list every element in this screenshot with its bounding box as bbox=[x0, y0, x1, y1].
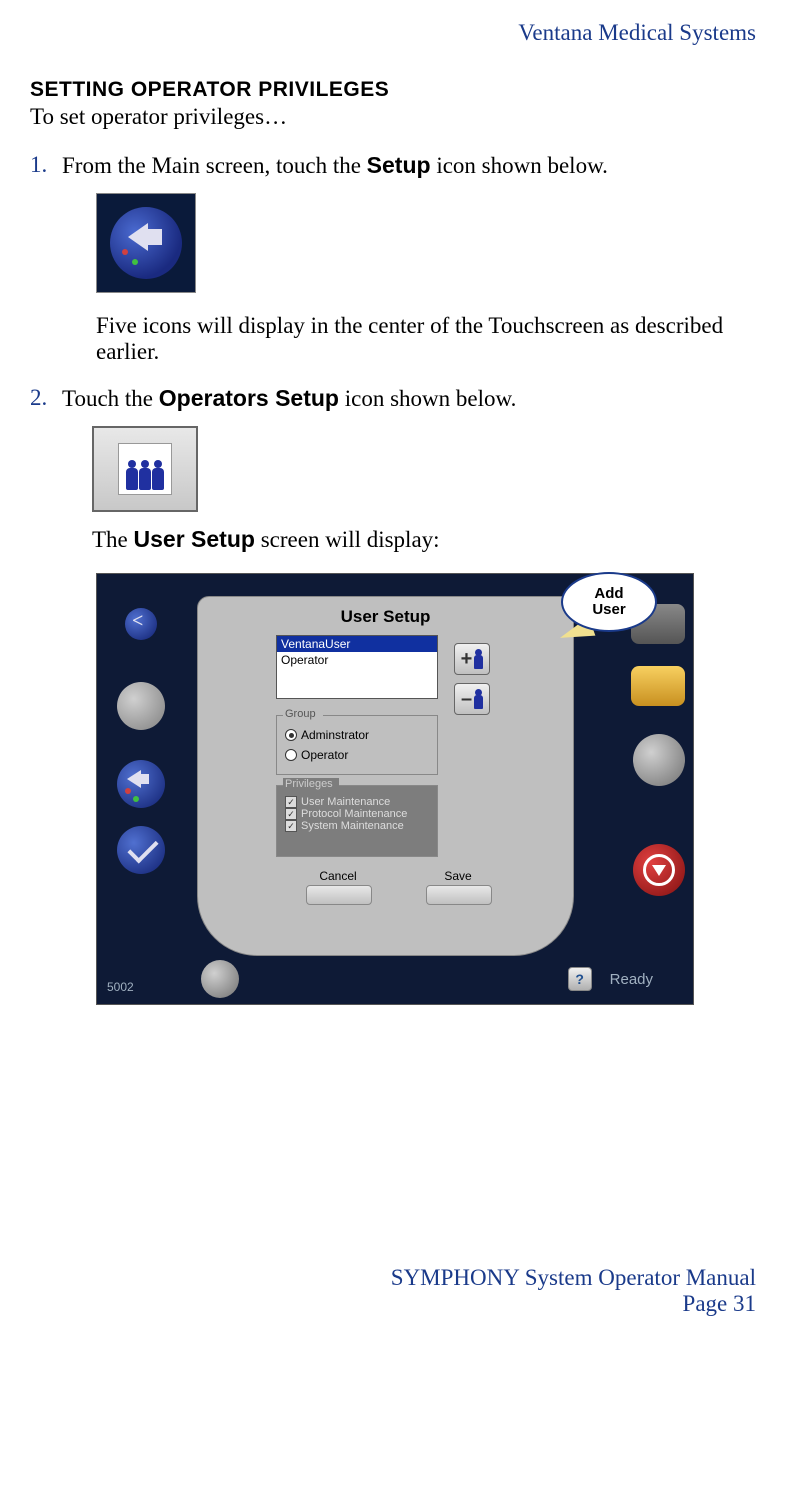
header-company: Ventana Medical Systems bbox=[30, 20, 756, 46]
bottom-bar: ? Ready bbox=[197, 962, 653, 996]
operators-setup-icon bbox=[92, 426, 198, 512]
nav-icon-small[interactable]: < bbox=[125, 608, 157, 640]
step-1-followup: Five icons will display in the center of… bbox=[96, 313, 756, 365]
add-user-callout: AddUser bbox=[561, 572, 657, 632]
privileges-label: Privileges bbox=[283, 778, 339, 790]
step-2-number: 2. bbox=[30, 385, 62, 412]
privileges-fieldset: Privileges ✓User Maintenance ✓Protocol M… bbox=[276, 785, 438, 857]
radio-administrator[interactable]: Adminstrator bbox=[285, 728, 437, 742]
user-list-item[interactable]: Operator bbox=[277, 652, 437, 668]
add-user-button[interactable]: + bbox=[454, 643, 490, 675]
status-ready: Ready bbox=[610, 971, 653, 988]
footer-page: Page 31 bbox=[30, 1291, 756, 1317]
section-title: SETTING OPERATOR PRIVILEGES bbox=[30, 78, 756, 102]
section-intro: To set operator privileges… bbox=[30, 104, 756, 130]
step-1-number: 1. bbox=[30, 152, 62, 179]
footer-manual: SYMPHONY System Operator Manual bbox=[391, 1265, 756, 1290]
nav-icon-setup[interactable] bbox=[117, 760, 165, 808]
save-label: Save bbox=[426, 869, 490, 883]
step-2: 2. Touch the Operators Setup icon shown … bbox=[30, 385, 756, 412]
footer: SYMPHONY System Operator Manual Page 31 bbox=[30, 1265, 756, 1317]
person-icon bbox=[474, 649, 483, 669]
setup-icon-figure bbox=[96, 193, 756, 293]
cancel-label: Cancel bbox=[306, 869, 370, 883]
user-list[interactable]: VentanaUser Operator bbox=[276, 635, 438, 699]
step-2-lead: The User Setup screen will display: bbox=[92, 526, 756, 553]
checkbox-user-maintenance[interactable]: ✓User Maintenance bbox=[285, 796, 437, 808]
checkbox-icon: ✓ bbox=[285, 796, 297, 808]
step-1-text: From the Main screen, touch the Setup ic… bbox=[62, 152, 756, 179]
group-label: Group bbox=[283, 708, 323, 720]
user-list-item-selected[interactable]: VentanaUser bbox=[277, 636, 437, 652]
setup-icon bbox=[96, 193, 196, 293]
radio-icon bbox=[285, 749, 297, 761]
step-2-text: Touch the Operators Setup icon shown bel… bbox=[62, 385, 756, 412]
radio-icon bbox=[285, 729, 297, 741]
save-button[interactable] bbox=[426, 885, 492, 905]
nav-icon-confirm[interactable] bbox=[117, 826, 165, 874]
stop-button[interactable] bbox=[633, 844, 685, 896]
checkbox-icon: ✓ bbox=[285, 820, 297, 832]
nav-icon-grey[interactable] bbox=[117, 682, 165, 730]
panel-title: User Setup bbox=[198, 607, 573, 627]
right-circle-grey[interactable] bbox=[633, 734, 685, 786]
search-icon[interactable] bbox=[201, 960, 239, 998]
checkbox-protocol-maintenance[interactable]: ✓Protocol Maintenance bbox=[285, 808, 437, 820]
person-icon bbox=[474, 689, 483, 709]
help-button[interactable]: ? bbox=[568, 967, 592, 991]
step-1: 1. From the Main screen, touch the Setup… bbox=[30, 152, 756, 179]
remove-user-button[interactable]: – bbox=[454, 683, 490, 715]
right-tab-2[interactable] bbox=[631, 666, 685, 706]
checkbox-system-maintenance[interactable]: ✓System Maintenance bbox=[285, 820, 437, 832]
operators-setup-icon-figure bbox=[92, 426, 756, 512]
cancel-button[interactable] bbox=[306, 885, 372, 905]
checkbox-icon: ✓ bbox=[285, 808, 297, 820]
group-fieldset: Group Adminstrator Operator bbox=[276, 715, 438, 775]
user-setup-panel: User Setup VentanaUser Operator + – Grou… bbox=[197, 596, 574, 956]
radio-operator[interactable]: Operator bbox=[285, 748, 437, 762]
serial-number: 5002 bbox=[107, 980, 134, 994]
user-setup-screenshot: AddUser < User Setup V bbox=[96, 573, 694, 1005]
